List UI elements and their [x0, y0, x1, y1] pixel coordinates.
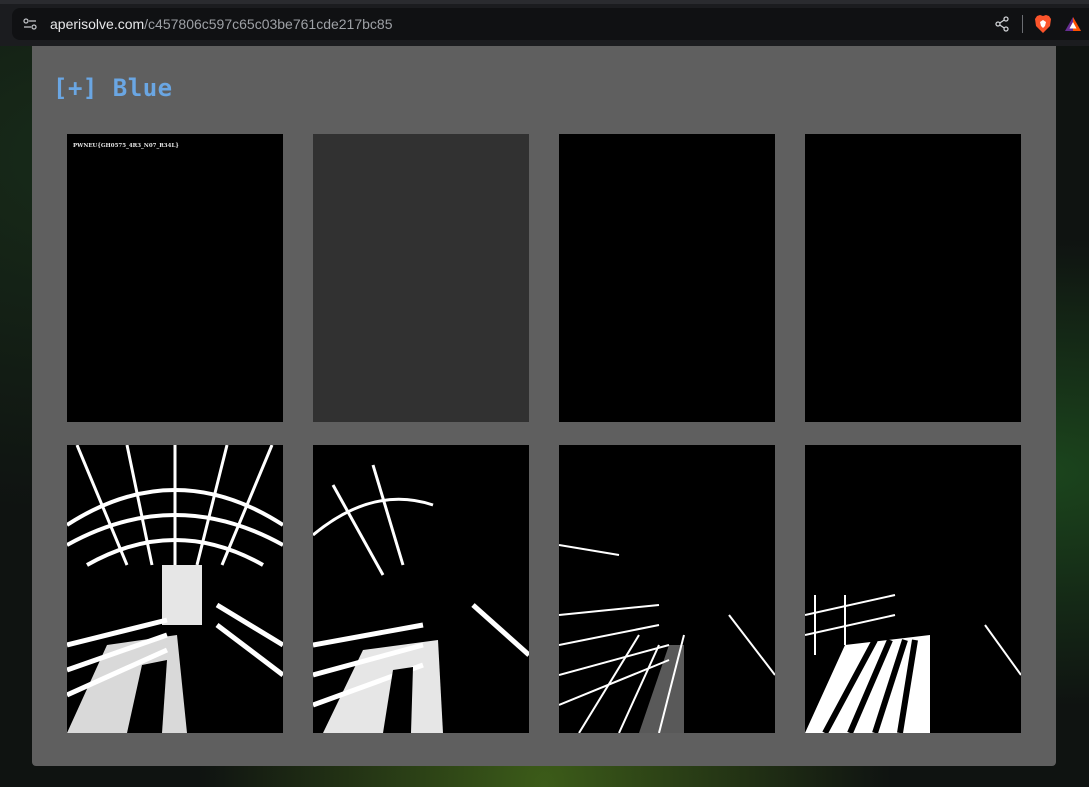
browser-toolbar: aperisolve.com/c457806c597c65c03be761cde… [0, 0, 1089, 46]
brave-rewards-icon [1065, 17, 1081, 31]
panel-title: [+] Blue [53, 74, 173, 102]
brave-shields-button[interactable] [1033, 14, 1053, 34]
blue-channel-panel: [+] Blue PWNEU{GH0575_4R3_N07_R34L} [32, 46, 1056, 766]
tab-strip [0, 0, 1089, 4]
share-icon [995, 16, 1009, 32]
thumbnail-bit-6[interactable] [313, 134, 529, 422]
bitplane-image-2 [313, 464, 529, 733]
brave-shield-icon [1035, 15, 1051, 33]
site-settings-icon[interactable] [22, 16, 38, 32]
url-path: /c457806c597c65c03be761cde217bc85 [144, 16, 393, 32]
address-bar-actions [992, 14, 1083, 34]
thumbnail-bit-2[interactable] [313, 445, 529, 733]
share-button[interactable] [992, 14, 1012, 34]
thumbnail-bit-0[interactable] [805, 445, 1021, 733]
hidden-flag-text: PWNEU{GH0575_4R3_N07_R34L} [73, 143, 179, 149]
thumbnail-bit-7[interactable]: PWNEU{GH0575_4R3_N07_R34L} [67, 134, 283, 422]
brave-rewards-button[interactable] [1063, 14, 1083, 34]
thumbnail-bit-1[interactable] [559, 445, 775, 733]
thumbnail-bit-4[interactable] [805, 134, 1021, 422]
bitplane-image-1 [559, 544, 775, 733]
toolbar-separator [1022, 15, 1023, 33]
url-domain: aperisolve.com [50, 16, 145, 32]
thumbnail-bit-5[interactable] [559, 134, 775, 422]
url-text[interactable]: aperisolve.com/c457806c597c65c03be761cde… [50, 16, 393, 32]
address-bar[interactable]: aperisolve.com/c457806c597c65c03be761cde… [12, 8, 1089, 40]
bitplane-image-3 [67, 445, 283, 733]
bitplane-image-0 [805, 594, 1021, 733]
thumbnail-bit-3[interactable] [67, 445, 283, 733]
